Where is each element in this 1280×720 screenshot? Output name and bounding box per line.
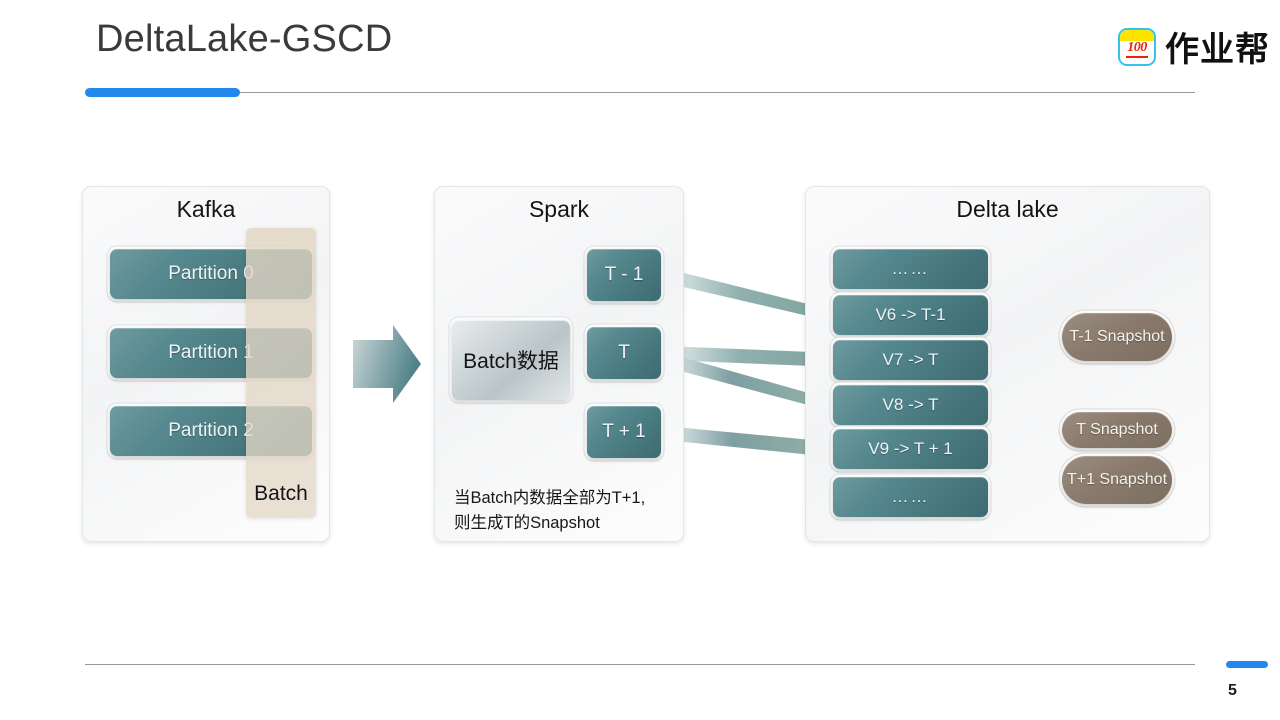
spark-caption-line-1: 当Batch内数据全部为T+1, [454,489,646,507]
panel-kafka-title: Kafka [176,196,236,222]
spark-batch-data-box[interactable]: Batch数据 [452,320,570,400]
spark-time-box-t-plus-1[interactable]: T + 1 [587,406,661,458]
delta-version-row-5[interactable]: …… [833,477,988,517]
brand-logo: 100 作业帮 [1118,22,1270,71]
snapshot-pill-t[interactable]: T Snapshot [1062,412,1172,448]
spark-time-box-t[interactable]: T [587,327,661,379]
panel-delta-lake-title: Delta lake [956,196,1059,222]
delta-version-row-3[interactable]: V8 -> T [833,385,988,425]
kafka-batch-label: Batch [254,482,308,505]
logo-badge-icon: 100 [1118,27,1156,66]
footer-divider [85,664,1195,665]
logo-wordmark: 作业帮 [1165,31,1270,69]
snapshot-pill-t-plus-1[interactable]: T+1 Snapshot [1062,456,1172,504]
delta-version-row-1[interactable]: V6 -> T-1 [833,295,988,335]
delta-version-row-0[interactable]: …… [833,249,988,289]
page-number: 5 [1228,682,1237,699]
kafka-batch-overlay: Batch [246,228,316,518]
panel-spark-title: Spark [528,196,590,222]
title-accent-bar [85,88,240,97]
snapshot-pill-t-minus-1[interactable]: T-1 Snapshot [1062,313,1172,361]
delta-version-row-2[interactable]: V7 -> T [833,340,988,380]
kafka-to-spark-arrow [353,325,421,403]
spark-caption: 当Batch内数据全部为T+1, 则生成T的Snapshot [454,486,669,536]
footer-accent-bar [1226,661,1268,668]
logo-number: 100 [1127,39,1147,55]
title-divider [85,92,1195,93]
page-title: DeltaLake-GSCD [96,18,393,60]
delta-version-row-4[interactable]: V9 -> T + 1 [833,429,988,469]
logo-underline [1126,56,1148,58]
spark-time-box-t-minus-1[interactable]: T - 1 [587,249,661,301]
spark-caption-line-2: 则生成T的Snapshot [454,513,600,532]
